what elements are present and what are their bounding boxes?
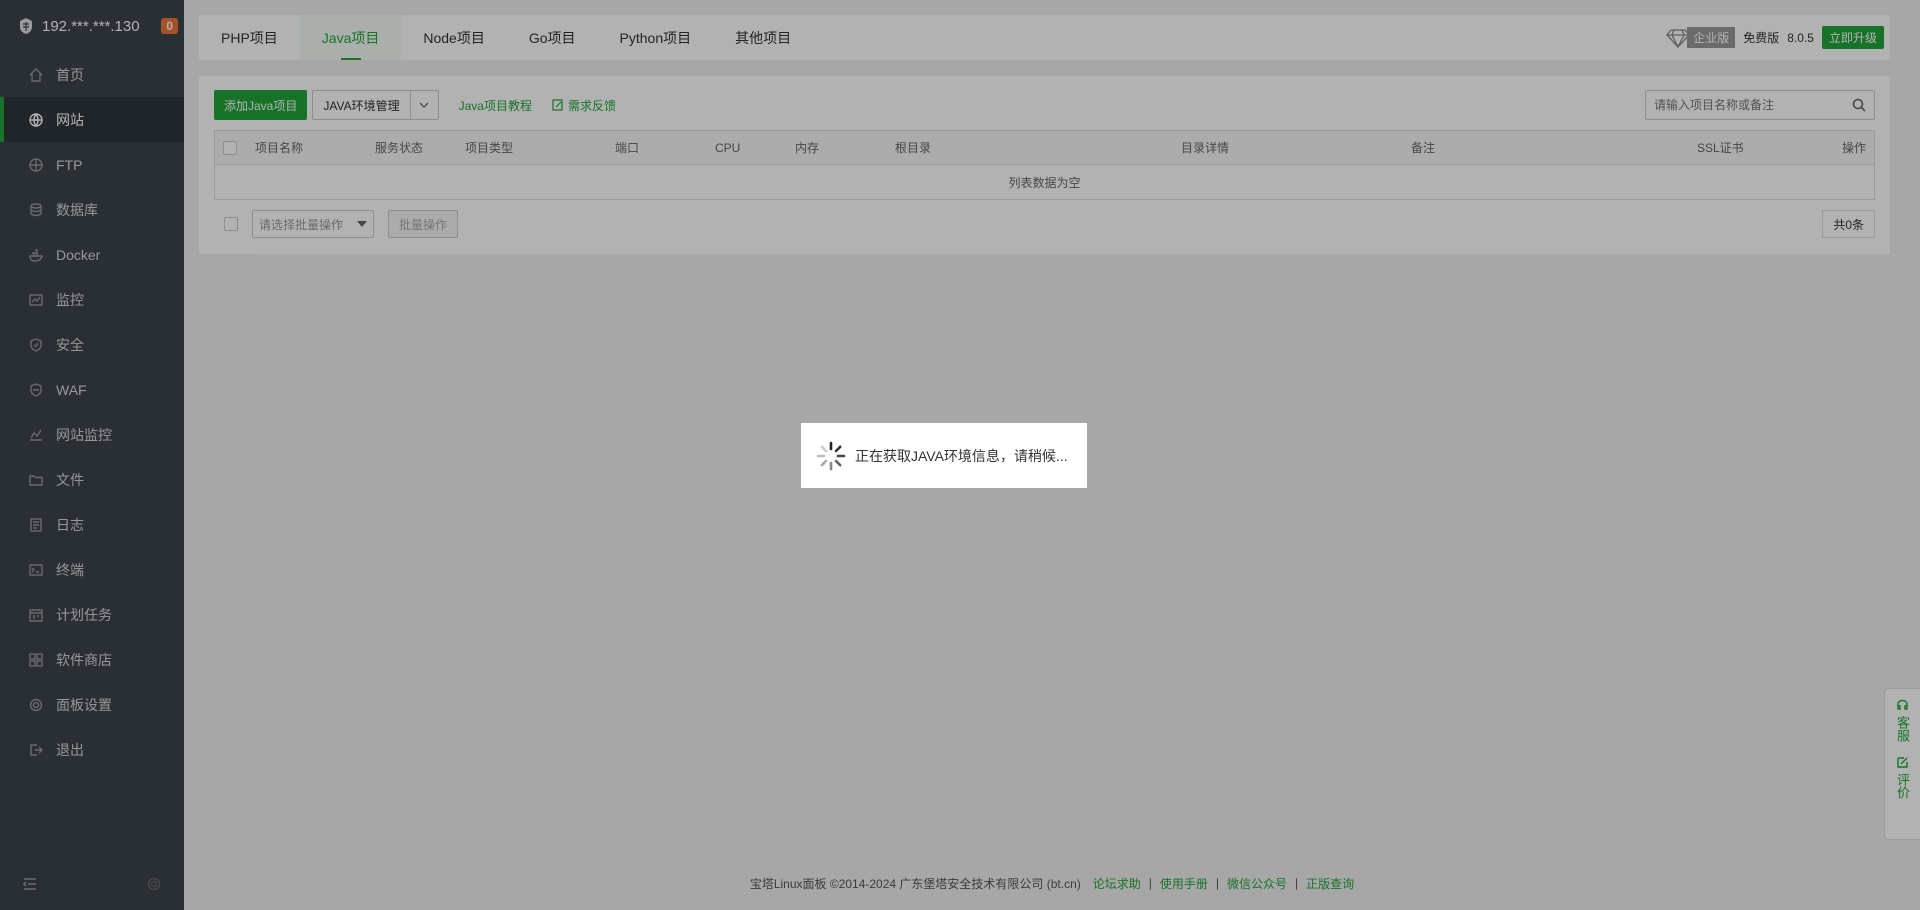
loading-dialog: 正在获取JAVA环境信息，请稍候... bbox=[801, 423, 1087, 488]
loading-message: 正在获取JAVA环境信息，请稍候... bbox=[855, 447, 1068, 464]
spinner-icon bbox=[816, 441, 846, 470]
